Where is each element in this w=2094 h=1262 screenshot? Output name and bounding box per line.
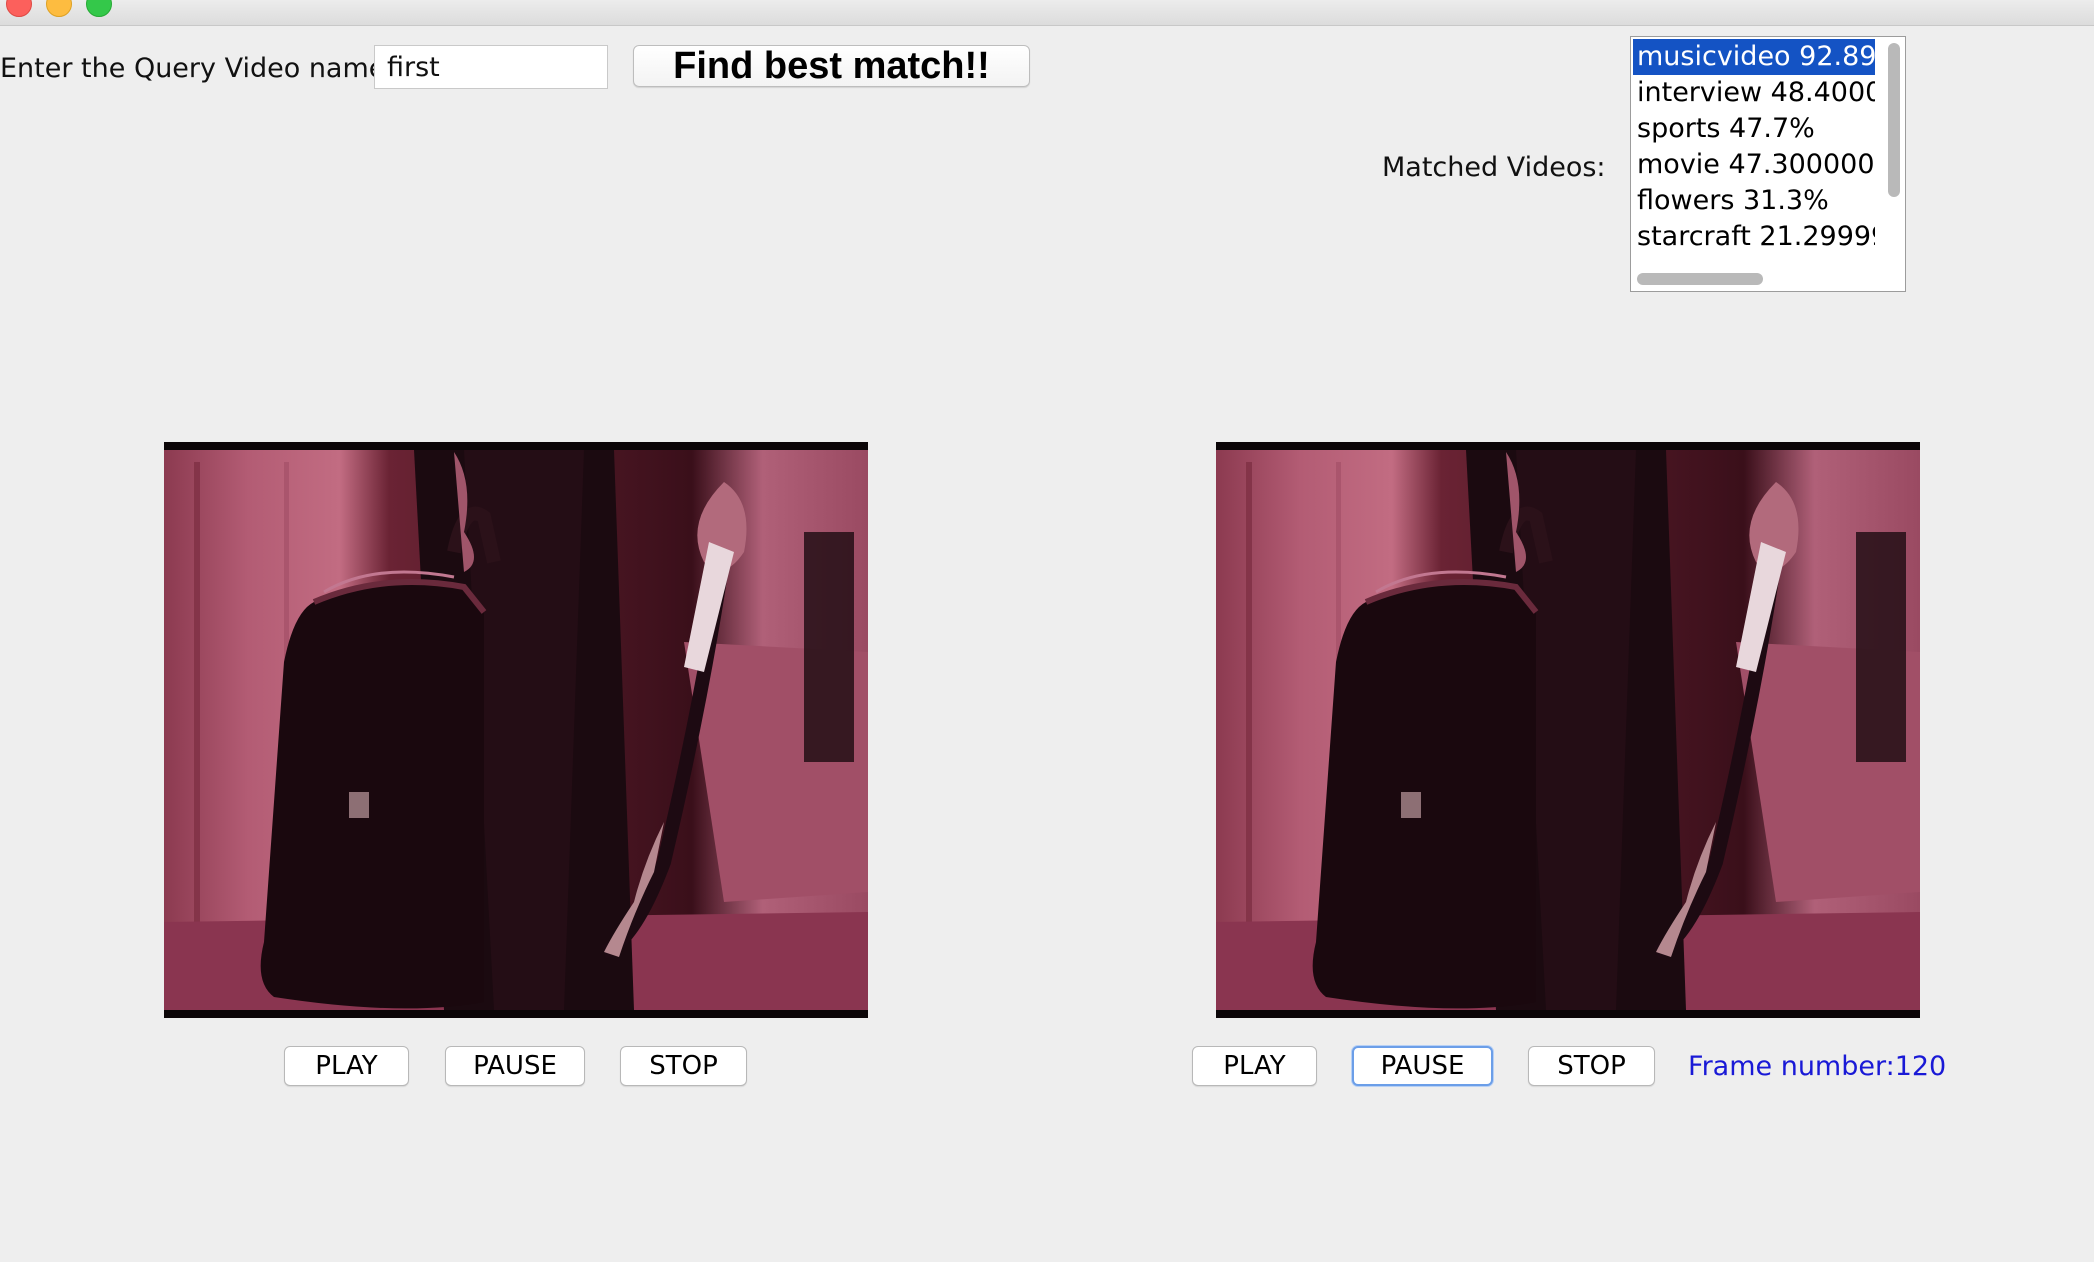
window-titlebar [0, 0, 2094, 26]
vertical-scroll-thumb[interactable] [1888, 43, 1900, 197]
maximize-window-icon[interactable] [86, 0, 112, 17]
query-stop-button[interactable]: STOP [620, 1046, 747, 1086]
query-play-button[interactable]: PLAY [284, 1046, 409, 1086]
match-stop-button[interactable]: STOP [1528, 1046, 1655, 1086]
horizontal-scrollbar[interactable] [1633, 267, 1881, 289]
frame-number-label: Frame number:120 [1688, 1051, 1947, 1082]
briefcase-scene-image [164, 442, 868, 1018]
query-video-input[interactable] [374, 45, 608, 89]
find-best-match-button[interactable]: Find best match!! [633, 45, 1030, 87]
horizontal-scroll-thumb[interactable] [1637, 273, 1763, 285]
matched-videos-label: Matched Videos: [1382, 152, 1606, 183]
query-pause-button[interactable]: PAUSE [445, 1046, 585, 1086]
matched-video-item[interactable]: musicvideo 92.89% [1633, 39, 1875, 75]
briefcase-scene-image [1216, 442, 1920, 1018]
matched-video-item[interactable]: interview 48.400000000000006% [1633, 75, 1875, 111]
minimize-window-icon[interactable] [46, 0, 72, 17]
matched-video-frame [1216, 442, 1920, 1018]
matched-video-item[interactable]: flowers 31.3% [1633, 183, 1875, 219]
vertical-scrollbar[interactable] [1886, 41, 1902, 269]
match-play-button[interactable]: PLAY [1192, 1046, 1317, 1086]
query-video-label: Enter the Query Video name: [0, 53, 395, 84]
matched-video-item[interactable]: starcraft 21.299999999999997% [1633, 219, 1875, 255]
matched-video-item[interactable]: movie 47.300000000000004% [1633, 147, 1875, 183]
matched-videos-list[interactable]: musicvideo 92.89% interview 48.400000000… [1630, 36, 1906, 292]
matched-videos-viewport: musicvideo 92.89% interview 48.400000000… [1633, 39, 1875, 265]
matched-video-item[interactable]: sports 47.7% [1633, 111, 1875, 147]
match-pause-button[interactable]: PAUSE [1352, 1046, 1493, 1086]
query-video-frame [164, 442, 868, 1018]
close-window-icon[interactable] [6, 0, 32, 17]
